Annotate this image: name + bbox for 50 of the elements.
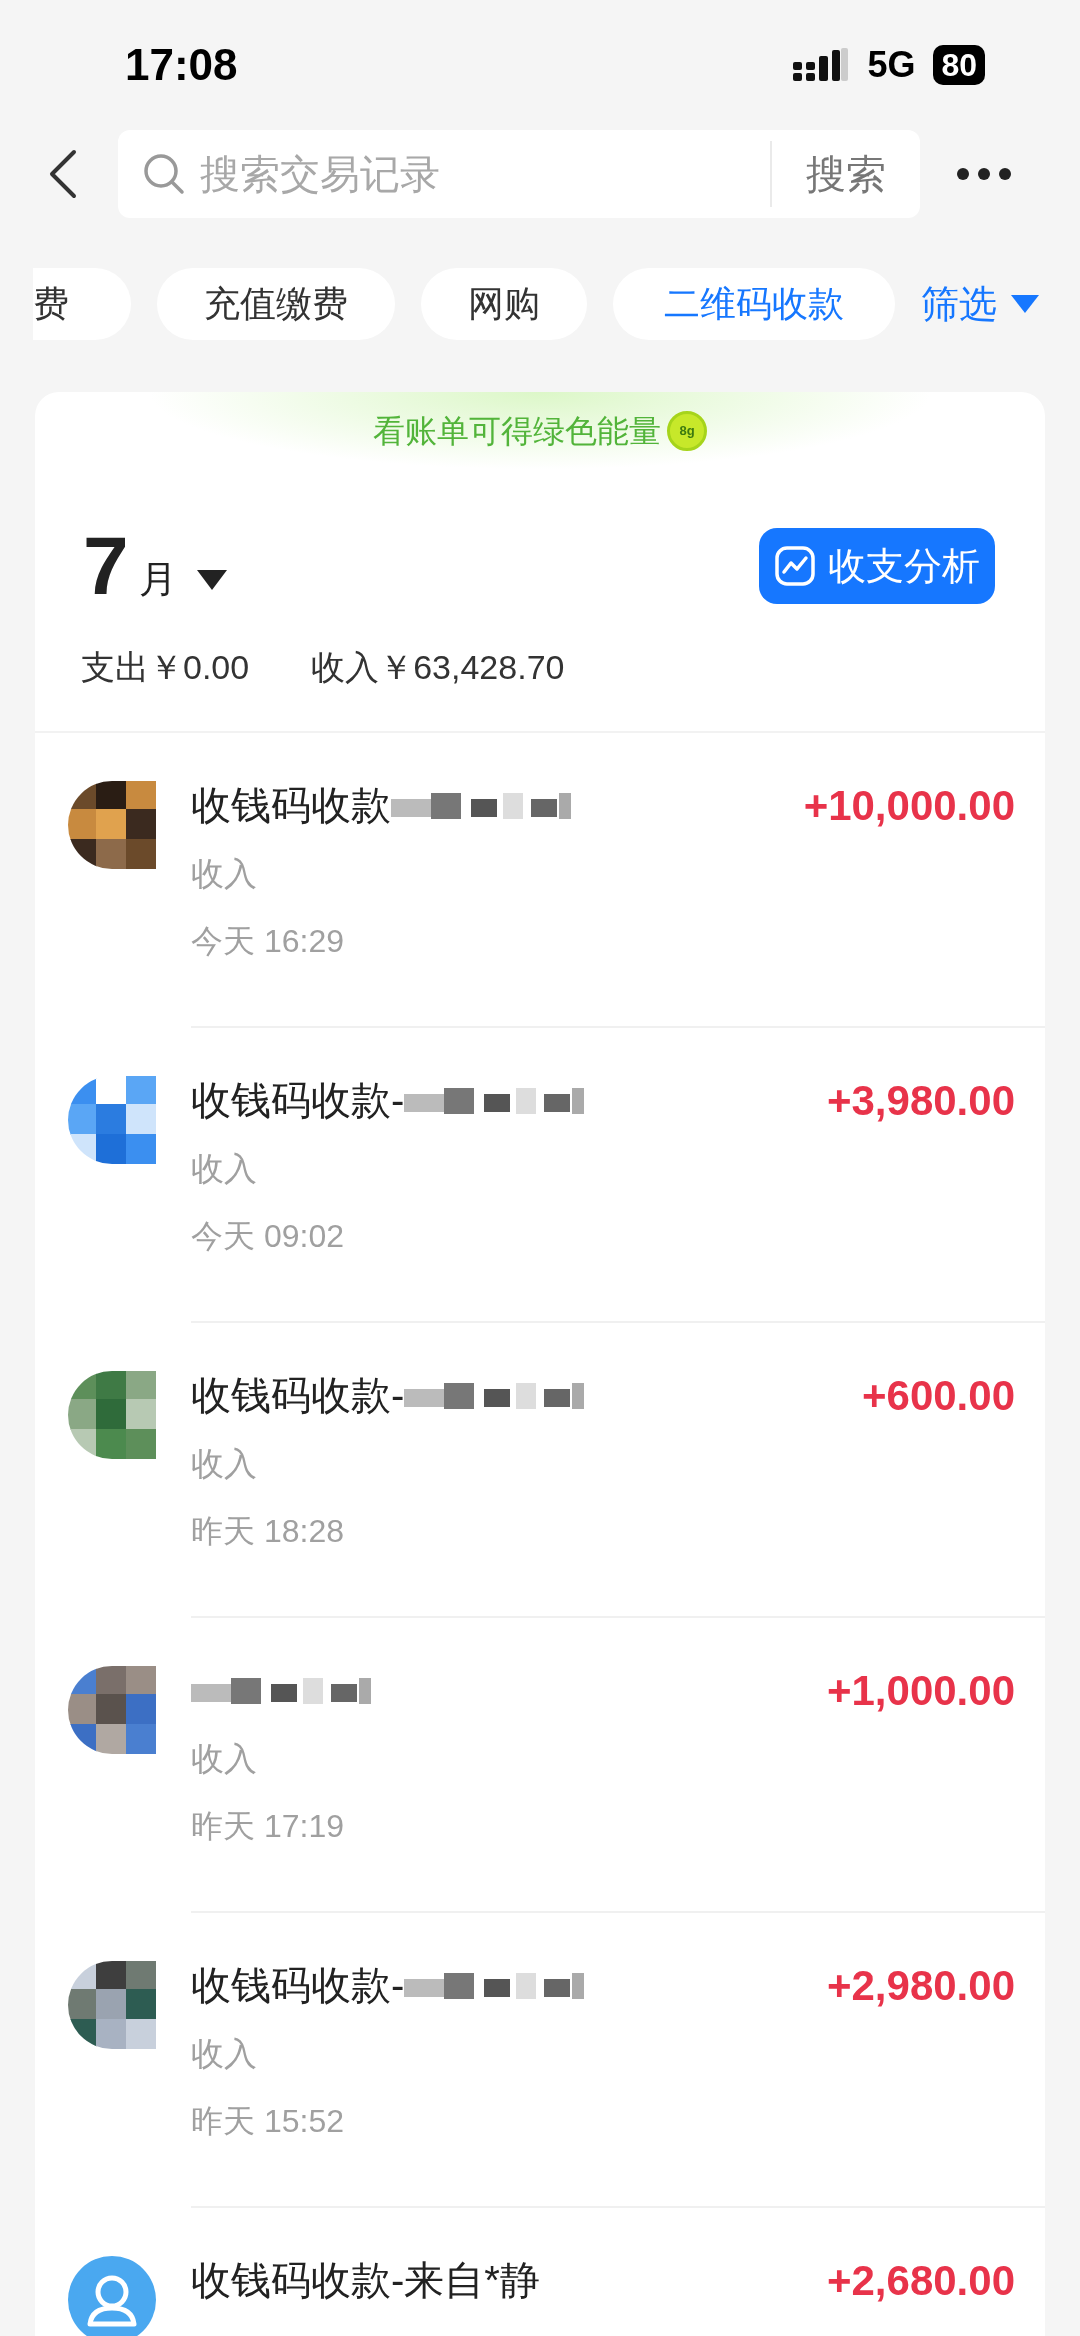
transaction-title: 收钱码收款- (191, 1962, 405, 2009)
transaction-time: 今天 09:02 (191, 1216, 344, 1256)
caret-icon (1011, 295, 1039, 313)
transaction-row[interactable]: 收钱码收款 +10,000.00 收入 今天 16:29 (35, 733, 1045, 1028)
amount: +600.00 (862, 1370, 1015, 1421)
category-label: 收入 (191, 1149, 257, 1189)
search-field[interactable]: 搜索交易记录 搜索 (118, 130, 920, 218)
month-picker[interactable]: 7 月 (83, 528, 227, 604)
transaction-title: 收钱码收款- (191, 1372, 405, 1419)
banner-text: 看账单可得绿色能量 (373, 412, 661, 451)
transaction-row[interactable]: +1,000.00 收入 昨天 17:19 (35, 1618, 1045, 1913)
transaction-title: 收钱码收款 (191, 782, 391, 829)
amount: +2,980.00 (827, 1960, 1015, 2011)
transaction-row[interactable]: 收钱码收款- +600.00 收入 昨天 18:28 (35, 1323, 1045, 1618)
amount: +1,000.00 (827, 1665, 1015, 1716)
category-label: 收入 (191, 1444, 257, 1484)
income-total: 收入￥63,428.70 (311, 647, 565, 688)
expense-total: 支出￥0.00 (81, 647, 250, 688)
signal-icon (793, 48, 850, 82)
chart-icon (774, 545, 816, 587)
clock: 17:08 (125, 39, 238, 91)
amount: +3,980.00 (827, 1075, 1015, 1126)
transaction-time: 昨天 15:52 (191, 2101, 344, 2141)
transaction-title: 收钱码收款- (191, 1077, 405, 1124)
transaction-row[interactable]: 收钱码收款-来自*静 +2,680.00 (35, 2208, 1045, 2336)
network-label: 5G (867, 43, 916, 87)
back-icon (48, 149, 78, 199)
search-icon (142, 152, 186, 196)
search-button[interactable]: 搜索 (772, 144, 920, 204)
category-label: 收入 (191, 2034, 257, 2074)
transaction-row[interactable]: 收钱码收款- +3,980.00 收入 今天 09:02 (35, 1028, 1045, 1323)
filter-tab[interactable]: 网购 (421, 268, 587, 340)
amount: +10,000.00 (803, 780, 1015, 831)
energy-coin: 8g (667, 411, 707, 451)
transaction-row[interactable]: 收钱码收款- +2,980.00 收入 昨天 15:52 (35, 1913, 1045, 2208)
filter-button[interactable]: 筛选 (921, 275, 1039, 333)
transaction-time: 昨天 17:19 (191, 1806, 344, 1846)
filter-tab[interactable]: 二维码收款 (613, 268, 895, 340)
caret-icon (196, 570, 227, 590)
category-label: 收入 (191, 854, 257, 894)
filter-tab[interactable]: 费 (33, 268, 131, 340)
transaction-title: 收钱码收款-来自*静 (191, 2257, 540, 2304)
category-label: 收入 (191, 1739, 257, 1779)
amount: +2,680.00 (827, 2255, 1015, 2306)
analysis-button[interactable]: 收支分析 (759, 528, 995, 604)
more-icon (956, 167, 1012, 181)
transaction-time: 今天 16:29 (191, 921, 344, 961)
transaction-time: 昨天 18:28 (191, 1511, 344, 1551)
filter-tab[interactable]: 充值缴费 (157, 268, 395, 340)
battery-level: 80 (933, 45, 985, 85)
